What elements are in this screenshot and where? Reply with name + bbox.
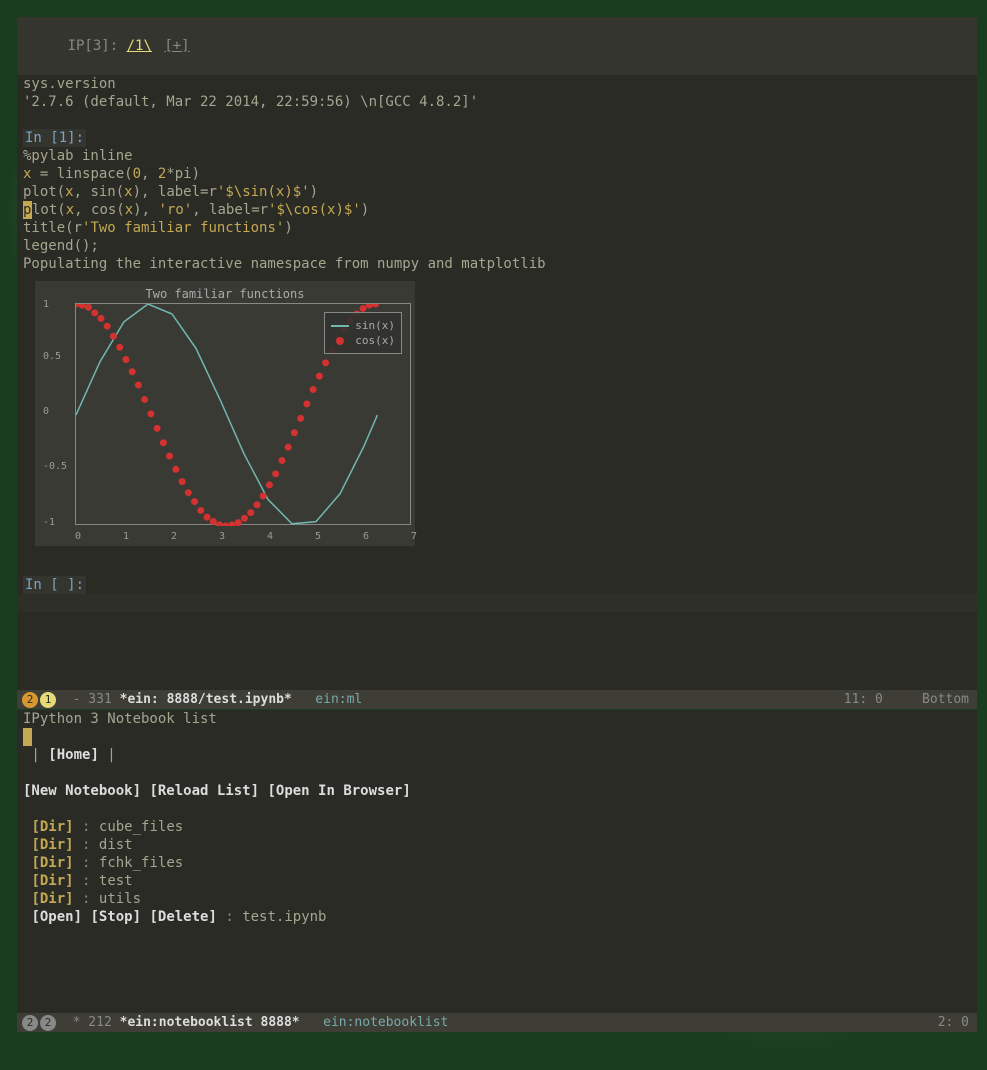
window-badge: 2 [22,1015,38,1031]
home-button[interactable]: [Home] [48,747,99,763]
buffer-name: *ein:notebooklist 8888* [120,1015,300,1030]
code-line[interactable]: %pylab inline [17,147,977,165]
dir-name: fchk_files [99,855,183,871]
plot-title: Two familiar functions [35,287,415,301]
reload-list-button[interactable]: [Reload List] [149,783,259,799]
dir-name: test [99,873,133,889]
output-line: Populating the interactive namespace fro… [17,255,977,273]
dir-button[interactable]: [Dir] [31,819,73,835]
notebook-editor-pane[interactable]: IP[3]: /1\ [+] sys.version '2.7.6 (defau… [17,17,977,690]
code-line[interactable]: plot(x, cos(x), 'ro', label=r'$\cos(x)$'… [17,201,977,219]
plot-legend: sin(x) cos(x) [324,312,402,354]
code-line[interactable]: x = linspace(0, 2*pi) [17,165,977,183]
modeline-bottom: 2 2 * 212 *ein:notebooklist 8888* ein:no… [17,1013,977,1032]
buffer-name: *ein: 8888/test.ipynb* [120,692,292,707]
major-mode: ein:notebooklist [300,1015,449,1030]
dir-name: utils [99,891,141,907]
dir-button[interactable]: [Dir] [31,837,73,853]
window-badge: 2 [22,692,38,708]
legend-dot-icon [336,337,344,345]
open-button[interactable]: [Open] [31,909,82,925]
code-line[interactable]: plot(x, sin(x), label=r'$\sin(x)$') [17,183,977,201]
cell-prompt-empty: In [ ]: [23,576,86,594]
new-notebook-button[interactable]: [New Notebook] [23,783,141,799]
tab-bar: IP[3]: /1\ [+] [17,17,977,75]
open-in-browser-button[interactable]: [Open In Browser] [267,783,410,799]
plot-output: Two familiar functions sin(x) cos(x) 1 0… [35,281,415,546]
modeline-top: 2 1 - 331 *ein: 8888/test.ipynb* ein:ml … [17,690,977,709]
output-line: '2.7.6 (default, Mar 22 2014, 22:59:56) … [17,93,977,111]
empty-cell[interactable] [17,594,977,612]
output-line: sys.version [17,75,977,93]
notebook-filename: test.ipynb [242,909,326,925]
delete-button[interactable]: [Delete] [149,909,216,925]
window-badge: 1 [40,692,56,708]
plot-axes: sin(x) cos(x) [75,303,411,525]
dir-name: dist [99,837,133,853]
code-line[interactable]: legend(); [17,237,977,255]
code-line[interactable]: title(r'Two familiar functions') [17,219,977,237]
dir-button[interactable]: [Dir] [31,891,73,907]
notebooklist-pane[interactable]: IPython 3 Notebook list | [Home] | [New … [17,710,977,1013]
legend-line-icon [331,325,349,327]
tab-add[interactable]: [+] [164,38,189,54]
nblist-title: IPython 3 Notebook list [17,710,977,728]
dir-button[interactable]: [Dir] [31,873,73,889]
dir-button[interactable]: [Dir] [31,855,73,871]
major-mode: ein:ml [292,692,362,707]
tab-active[interactable]: /1\ [127,38,152,54]
dir-name: cube_files [99,819,183,835]
window-badge: 2 [40,1015,56,1031]
cursor [23,728,32,746]
cursor: p [23,201,32,219]
tab-prefix: IP[3]: [68,38,127,54]
cell-prompt: In [1]: [23,129,86,147]
stop-button[interactable]: [Stop] [90,909,141,925]
